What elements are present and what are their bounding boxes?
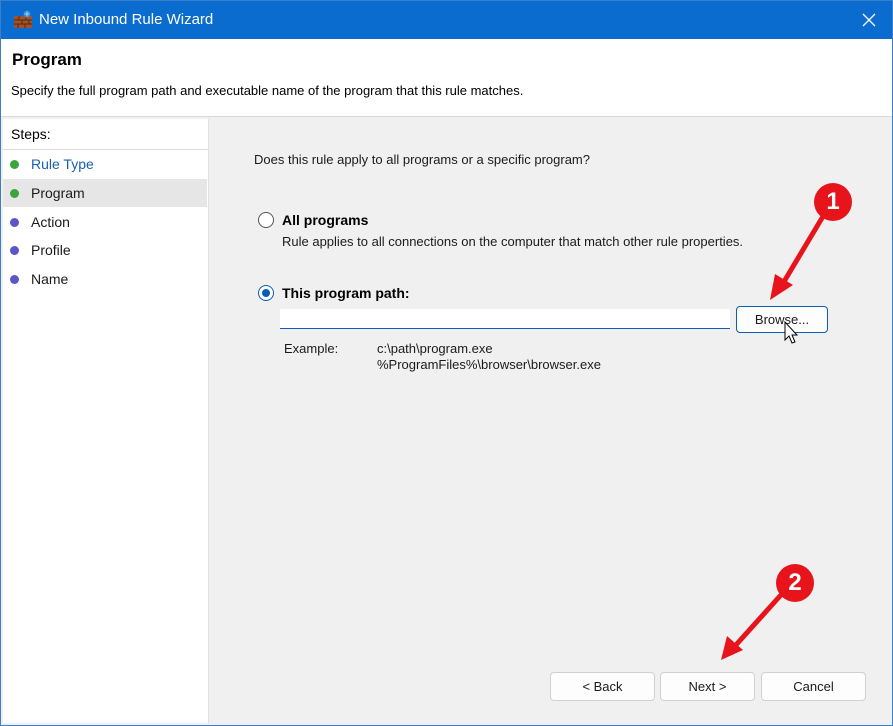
- page-title: Program: [12, 50, 82, 69]
- program-path-radio[interactable]: [258, 285, 274, 301]
- step-action[interactable]: Action: [3, 208, 207, 236]
- step-status-icon: [10, 218, 19, 227]
- next-button[interactable]: Next >: [660, 672, 755, 701]
- program-path-input[interactable]: [280, 309, 730, 329]
- wizard-window: New Inbound Rule Wizard Program Specify …: [0, 0, 893, 726]
- step-status-icon: [10, 246, 19, 255]
- step-label: Rule Type: [31, 156, 94, 172]
- step-profile[interactable]: Profile: [3, 236, 207, 264]
- step-status-icon: [10, 189, 19, 198]
- browse-button[interactable]: Browse...: [736, 306, 828, 333]
- all-programs-label[interactable]: All programs: [282, 212, 368, 228]
- example-path-2: %ProgramFiles%\browser\browser.exe: [377, 357, 601, 372]
- window-title: New Inbound Rule Wizard: [39, 11, 214, 28]
- step-label: Profile: [31, 242, 71, 258]
- step-program[interactable]: Program: [3, 179, 207, 207]
- all-programs-radio[interactable]: [258, 212, 274, 228]
- all-programs-description: Rule applies to all connections on the c…: [282, 234, 744, 249]
- back-button[interactable]: < Back: [550, 672, 655, 701]
- step-label: Action: [31, 214, 70, 230]
- step-rule-type[interactable]: Rule Type: [3, 150, 207, 178]
- annotation-badge-1: 1: [814, 183, 852, 221]
- example-path-1: c:\path\program.exe: [377, 341, 493, 356]
- firewall-icon: [13, 10, 33, 30]
- steps-panel: Steps: Rule Type Program Action Profile …: [3, 119, 209, 723]
- step-status-icon: [10, 275, 19, 284]
- main-content: Does this rule apply to all programs or …: [214, 119, 892, 723]
- page-header: Program Specify the full program path an…: [1, 39, 892, 117]
- annotation-badge-2: 2: [776, 564, 814, 602]
- example-label: Example:: [284, 341, 339, 356]
- step-label: Name: [31, 271, 69, 287]
- title-bar: New Inbound Rule Wizard: [1, 1, 892, 39]
- question-text: Does this rule apply to all programs or …: [254, 152, 590, 167]
- steps-heading: Steps:: [11, 126, 51, 142]
- step-status-icon: [10, 160, 19, 169]
- page-description: Specify the full program path and execut…: [11, 83, 524, 98]
- step-name[interactable]: Name: [3, 265, 207, 293]
- program-path-label[interactable]: This program path:: [282, 285, 410, 301]
- close-button[interactable]: [846, 1, 892, 39]
- cancel-button[interactable]: Cancel: [761, 672, 866, 701]
- step-label: Program: [31, 185, 85, 201]
- close-icon: [862, 13, 876, 27]
